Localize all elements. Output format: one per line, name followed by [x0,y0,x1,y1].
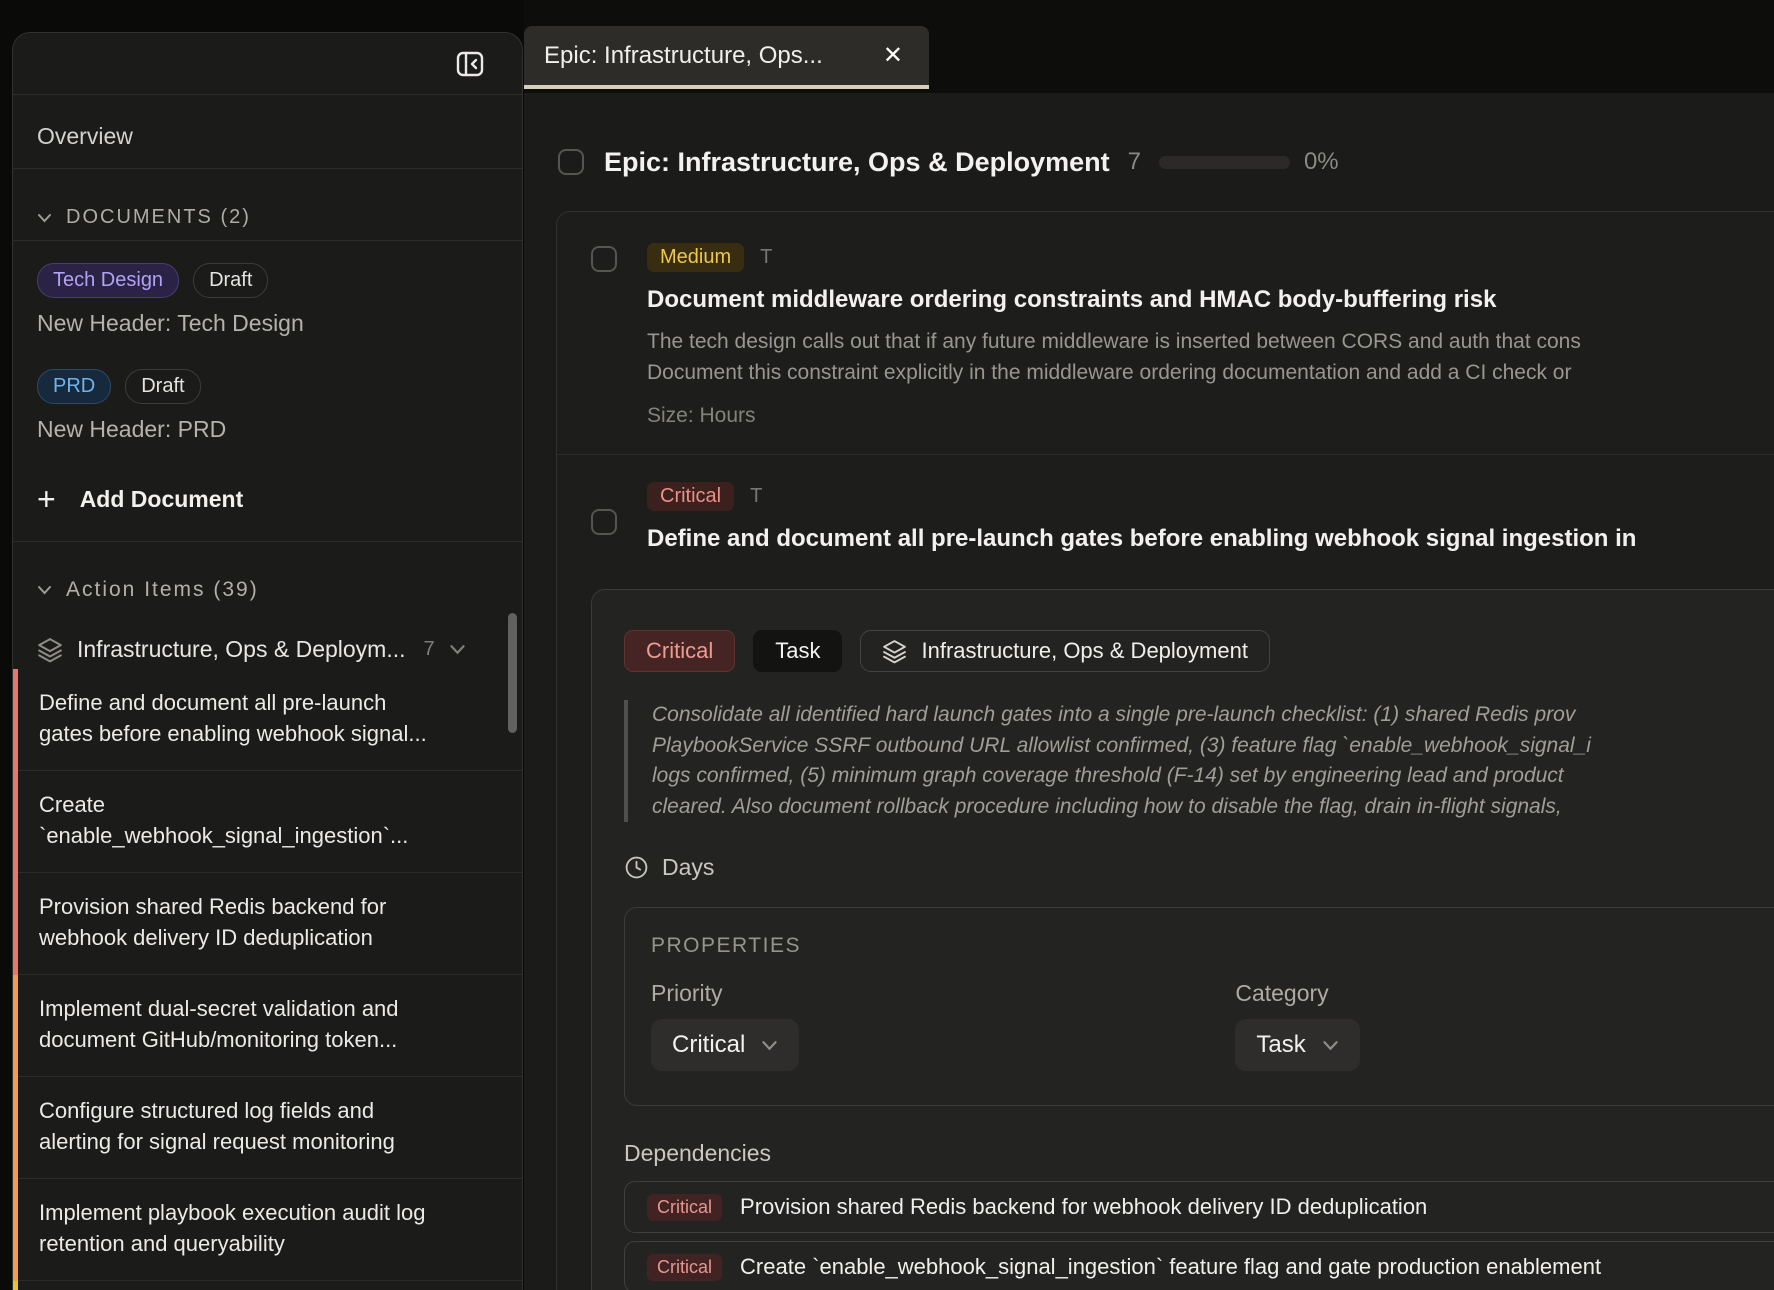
document-title: New Header: Tech Design [37,310,498,337]
dependency-priority-badge: Critical [647,1254,722,1281]
overview-label: Overview [37,123,498,150]
epic-progress-bar [1159,156,1290,169]
detail-priority-badge: Critical [624,630,735,672]
priority-stripe [13,771,18,873]
clock-icon [624,855,649,880]
main-content: Epic: Infrastructure, Ops & Deployment 7… [524,93,1774,1290]
category-dropdown-value: Task [1256,1031,1305,1059]
doc-type-badge: Tech Design [37,263,179,298]
epic-progress-percent: 0% [1304,148,1339,176]
task-row-medium[interactable]: Medium T Document middleware ordering co… [557,212,1774,455]
task-detail-description: Consolidate all identified hard launch g… [624,700,1774,822]
priority-badge: Medium [647,243,744,272]
document-item-prd[interactable]: PRD Draft New Header: PRD [37,369,498,443]
sidebar-scrollbar-thumb[interactable] [508,613,517,733]
priority-stripe [13,1281,18,1290]
task-description: The tech design calls out that if any fu… [647,326,1774,388]
action-items-header-label: Action Items (39) [66,578,259,602]
layers-icon [37,637,63,663]
task-row-critical-header[interactable]: Critical T Define and document all pre-l… [557,481,1774,553]
task-size-label: Size: Hours [647,404,1774,428]
plus-icon: + [37,483,56,515]
dependency-title: Provision shared Redis backend for webho… [740,1194,1427,1220]
documents-section-header[interactable]: DOCUMENTS (2) [13,169,522,241]
epic-title: Epic: Infrastructure, Ops & Deployment [604,147,1110,178]
task-type-letter: T [760,246,772,269]
dependency-row[interactable]: Critical Create `enable_webhook_signal_i… [624,1241,1774,1290]
priority-badge: Critical [647,482,734,511]
list-item[interactable] [13,1281,522,1290]
epic-checkbox[interactable] [558,149,584,175]
list-item[interactable]: Configure structured log fields and aler… [13,1077,522,1179]
category-dropdown[interactable]: Task [1235,1019,1359,1071]
duration-row: Days [624,854,1774,881]
group-label: Infrastructure, Ops & Deploym... [77,636,406,663]
tab-epic[interactable]: Epic: Infrastructure, Ops... ✕ [524,26,929,89]
duration-label: Days [662,854,714,881]
priority-stripe [13,669,18,771]
doc-type-badge: PRD [37,369,111,404]
task-list-card: Medium T Document middleware ordering co… [556,211,1774,1290]
detail-category-badge: Task [753,630,842,672]
chevron-down-icon [761,1040,778,1051]
priority-stripe [13,873,18,975]
priority-dropdown-value: Critical [672,1031,745,1059]
collapse-sidebar-icon[interactable] [454,48,486,80]
properties-box: PROPERTIES Priority Critical [624,907,1774,1106]
list-item[interactable]: Implement dual-secret validation and doc… [13,975,522,1077]
priority-stripe [13,1179,18,1281]
chevron-down-icon [37,213,52,223]
action-item-list: Define and document all pre-launch gates… [13,669,522,1290]
task-type-letter: T [750,485,762,508]
tab-title: Epic: Infrastructure, Ops... [544,42,865,70]
dependency-row[interactable]: Critical Provision shared Redis backend … [624,1181,1774,1233]
add-document-button[interactable]: + Add Document [37,483,498,515]
sidebar: Overview DOCUMENTS (2) Tech Design Draft… [12,32,523,1290]
task-checkbox[interactable] [591,246,617,272]
document-title: New Header: PRD [37,416,498,443]
list-item[interactable]: Define and document all pre-launch gates… [13,669,522,771]
document-item-tech-design[interactable]: Tech Design Draft New Header: Tech Desig… [37,263,498,337]
task-title: Document middleware ordering constraints… [647,286,1774,314]
group-row-infrastructure[interactable]: Infrastructure, Ops & Deploym... 7 [13,612,522,669]
task-detail-panel: Critical Task Infrastructure, Ops & Depl… [591,589,1774,1290]
chevron-down-icon [37,585,52,595]
dependencies-heading: Dependencies [624,1140,1774,1167]
priority-label: Priority [651,980,799,1007]
sidebar-item-overview[interactable]: Overview [13,95,522,169]
sidebar-header [13,33,522,95]
detail-group-label: Infrastructure, Ops & Deployment [921,638,1247,664]
tab-bar: Epic: Infrastructure, Ops... ✕ [524,0,1774,93]
doc-status-badge: Draft [125,369,200,404]
documents-list: Tech Design Draft New Header: Tech Desig… [13,241,522,542]
task-row-critical: Critical T Define and document all pre-l… [557,455,1774,1290]
list-item[interactable]: Provision shared Redis backend for webho… [13,873,522,975]
detail-group-badge: Infrastructure, Ops & Deployment [860,630,1269,672]
task-title: Define and document all pre-launch gates… [647,525,1774,553]
task-checkbox[interactable] [591,509,617,535]
priority-stripe [13,975,18,1077]
list-item[interactable]: Implement playbook execution audit log r… [13,1179,522,1281]
list-item[interactable]: Create `enable_webhook_signal_ingestion`… [13,771,522,873]
dependency-priority-badge: Critical [647,1194,722,1221]
doc-status-badge: Draft [193,263,268,298]
category-label: Category [1235,980,1359,1007]
properties-heading: PROPERTIES [651,934,1774,958]
documents-header-label: DOCUMENTS (2) [66,206,251,229]
group-count: 7 [424,638,435,661]
epic-count: 7 [1128,148,1141,176]
priority-dropdown[interactable]: Critical [651,1019,799,1071]
priority-stripe [13,1077,18,1179]
detail-badges: Critical Task Infrastructure, Ops & Depl… [624,630,1774,672]
epic-header: Epic: Infrastructure, Ops & Deployment 7… [558,145,1774,179]
chevron-down-icon [449,644,466,655]
action-items-section-header[interactable]: Action Items (39) [13,542,522,612]
add-document-label: Add Document [80,486,244,513]
layers-icon [882,639,907,664]
chevron-down-icon [1322,1040,1339,1051]
dependency-title: Create `enable_webhook_signal_ingestion`… [740,1254,1601,1280]
close-icon[interactable]: ✕ [883,44,903,68]
